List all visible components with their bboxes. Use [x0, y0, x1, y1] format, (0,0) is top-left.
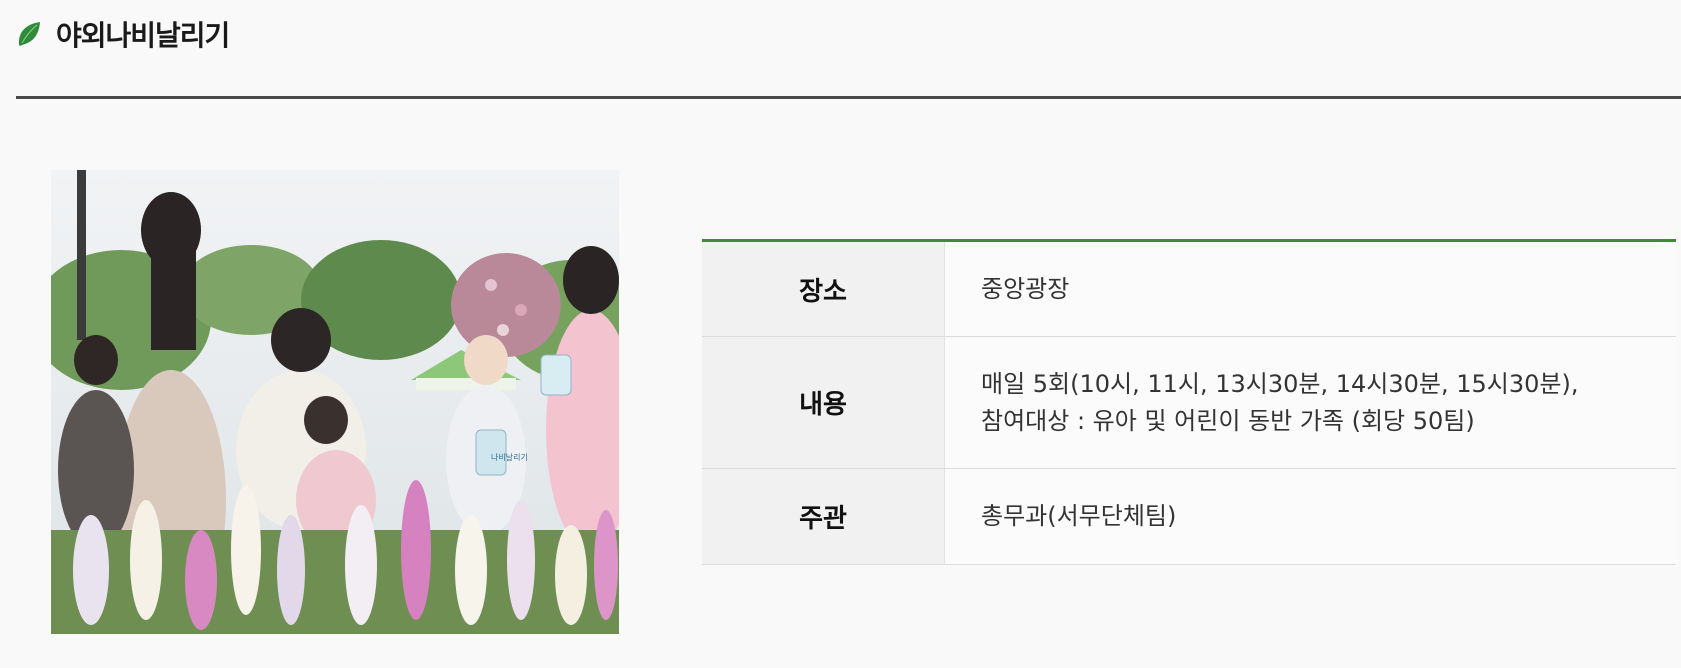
table-row-content: 내용 매일 5회(10시, 11시, 13시30분, 14시30분, 15시30… — [702, 336, 1676, 469]
host-value: 총무과(서무단체팀) — [944, 468, 1676, 565]
event-info-table: 장소 중앙광장 내용 매일 5회(10시, 11시, 13시30분, 14시30… — [702, 239, 1676, 565]
place-value: 중앙광장 — [944, 240, 1676, 337]
section-heading: 야외나비날리기 — [16, 14, 230, 54]
jar-label: 나비날리기 — [491, 452, 528, 462]
place-value-line: 중앙광장 — [981, 274, 1070, 303]
host-value-line: 총무과(서무단체팀) — [981, 502, 1177, 530]
table-row-place: 장소 중앙광장 — [702, 240, 1676, 337]
page-title: 야외나비날리기 — [56, 19, 230, 52]
content-value-line-1: 매일 5회(10시, 11시, 13시30분, 14시30분, 15시30분), — [981, 369, 1579, 398]
content-value: 매일 5회(10시, 11시, 13시30분, 14시30분, 15시30분),… — [944, 336, 1676, 469]
host-label: 주관 — [702, 468, 945, 565]
title-divider — [16, 96, 1681, 99]
content-value-line-2: 참여대상 : 유아 및 어린이 동반 가족 (회당 50팀) — [981, 406, 1475, 435]
table-row-host: 주관 총무과(서무단체팀) — [702, 468, 1676, 565]
page: 야외나비날리기 나비날리기 장소 중앙광장 내용 매일 5회(10시, 11시,… — [0, 0, 1681, 668]
content-label: 내용 — [702, 336, 945, 469]
event-photo: 나비날리기 — [51, 170, 619, 634]
leaf-icon — [16, 20, 42, 48]
place-label: 장소 — [702, 240, 945, 337]
